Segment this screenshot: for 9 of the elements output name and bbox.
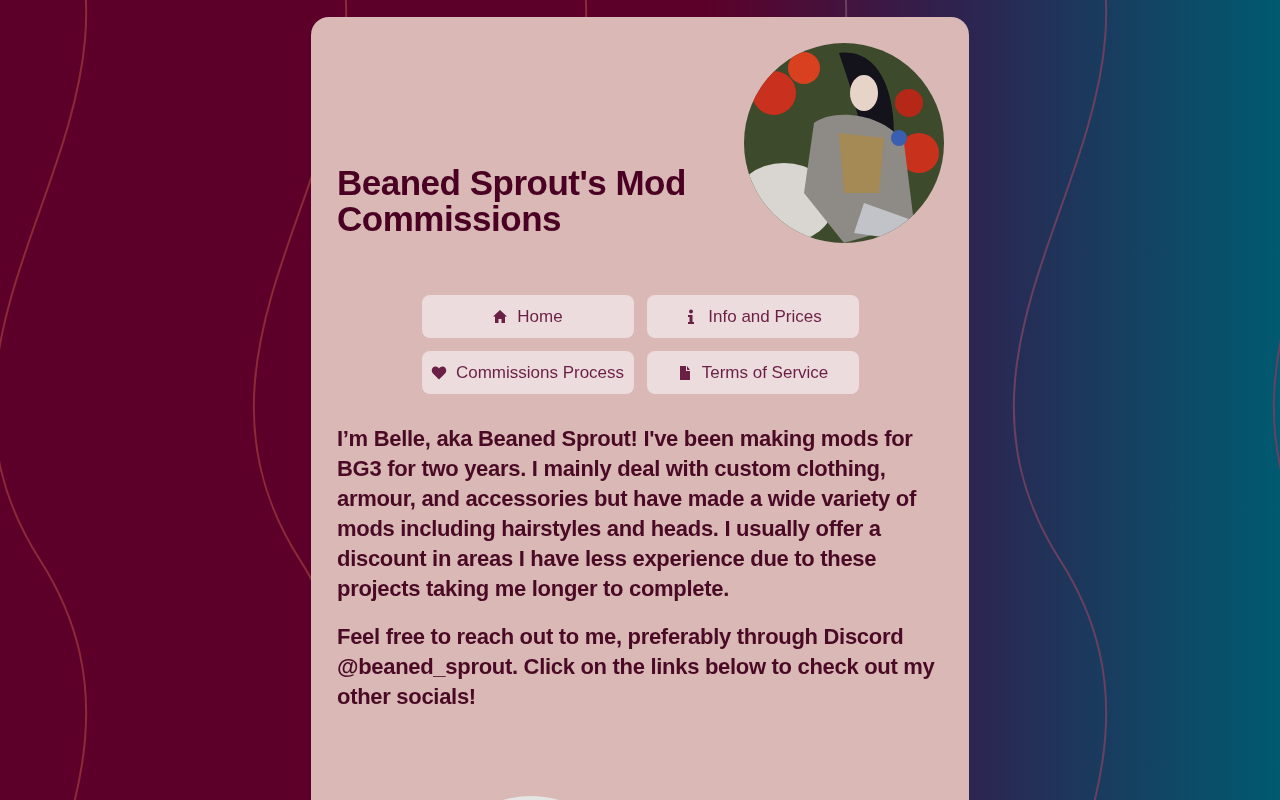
nav-button[interactable]: Terms of Service: [646, 351, 859, 394]
nav-button[interactable]: Home: [421, 295, 634, 338]
heart-icon: [430, 364, 447, 381]
nav-button[interactable]: Info and Prices: [646, 295, 859, 338]
intro-paragraph: I’m Belle, aka Beaned Sprout! I've been making mods for BG3 for two years. I mainly deal with custom clothing, armour, and accessories but have made a wide variety of mods including hairstyles and heads. I usually offer a discount in areas I have less experience due to these projects taking me longer to complete.: [337, 425, 918, 603]
home-icon: [492, 308, 509, 325]
intro-paragraph: Feel free to reach out to me, preferably through Discord @beaned_sprout. Click on the links below to check out my other socials!: [337, 623, 936, 711]
page-title: Beaned Sprout's Mod Commissions: [337, 165, 687, 237]
nav-button[interactable]: Commissions Process: [421, 351, 634, 394]
